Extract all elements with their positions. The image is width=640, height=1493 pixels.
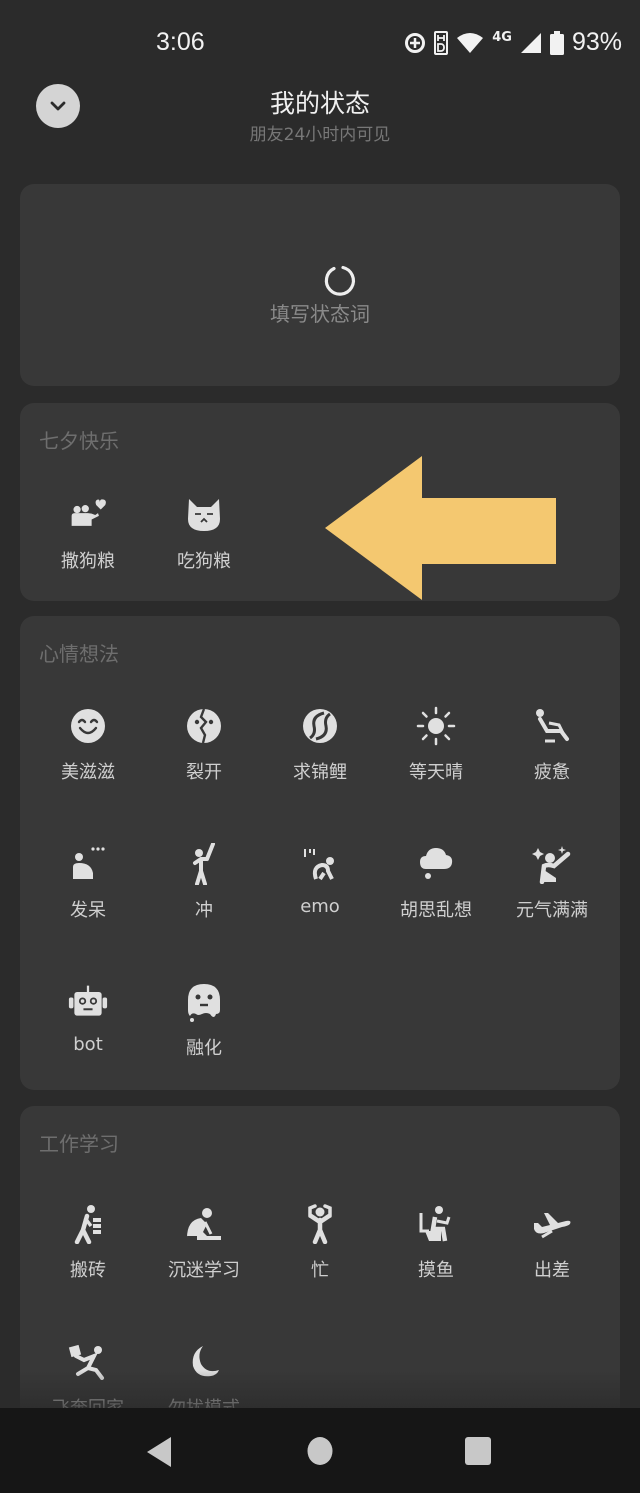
status-grid: 美滋滋 裂开 求锦鲤 等天晴 疲惫 发呆 冲 emo 胡思乱想 元气满满 bot… [30, 706, 610, 1120]
airplane-icon [532, 1204, 572, 1244]
koi-fish-icon [300, 706, 340, 746]
recents-square-icon[interactable] [464, 1436, 492, 1466]
status-item-bot[interactable]: bot [30, 982, 146, 1120]
robot-icon [68, 982, 108, 1022]
network-4g-icon: 4G [492, 30, 512, 45]
status-item-label: 发呆 [70, 900, 106, 921]
home-circle-icon[interactable] [307, 1436, 333, 1466]
status-item-pi-bei[interactable]: 疲惫 [494, 706, 610, 844]
annotation-arrow-left [325, 456, 556, 600]
status-item-label: emo [300, 896, 340, 917]
status-item-label: bot [73, 1034, 103, 1055]
status-item-chong[interactable]: 冲 [146, 843, 262, 982]
status-bar: 3:06 4G 93% [0, 0, 640, 88]
thought-bubble-icon [416, 844, 456, 884]
smile-face-icon [68, 706, 108, 746]
section-title: 心情想法 [39, 642, 119, 666]
charge-person-icon [184, 843, 224, 885]
status-item-chi-gou-liang[interactable]: 吃狗粮 [146, 495, 262, 633]
section-mood: 心情想法 美滋滋 裂开 求锦鲤 等天晴 疲惫 发呆 冲 emo 胡思乱想 元气满… [20, 616, 620, 1090]
status-item-fa-dai[interactable]: 发呆 [30, 844, 146, 982]
battery-percent: 93% [571, 28, 622, 56]
header: 我的状态 朋友24小时内可见 [0, 80, 640, 150]
status-item-label: 吃狗粮 [177, 551, 231, 572]
sparkle-person-icon [532, 844, 572, 884]
status-item-label: 忙 [311, 1260, 329, 1281]
status-item-label: 撒狗粮 [61, 551, 115, 572]
status-item-deng-tian-qing[interactable]: 等天晴 [378, 706, 494, 844]
slacking-toilet-icon [416, 1204, 456, 1244]
page-subtitle: 朋友24小时内可见 [249, 125, 391, 145]
data-saver-icon [405, 32, 426, 53]
status-item-mei-zi-zi[interactable]: 美滋滋 [30, 706, 146, 844]
status-item-label: 冲 [195, 900, 213, 921]
status-item-label: 沉迷学习 [168, 1260, 240, 1281]
cracked-face-icon [184, 706, 224, 746]
status-item-label: 融化 [186, 1038, 222, 1059]
section-title: 七夕快乐 [39, 429, 119, 453]
battery-icon [549, 30, 564, 55]
page-title: 我的状态 [269, 89, 370, 118]
status-time: 3:06 [156, 28, 205, 56]
status-item-chu-chai[interactable]: 出差 [494, 1204, 610, 1342]
status-item-label: 胡思乱想 [400, 900, 472, 921]
status-item-emo[interactable]: emo [262, 844, 378, 982]
moon-icon [184, 1342, 224, 1382]
studying-person-icon [184, 1204, 224, 1244]
status-item-rong-hua[interactable]: 融化 [146, 982, 262, 1120]
running-home-icon [68, 1342, 108, 1382]
signal-icon [520, 32, 541, 53]
couple-heart-icon [68, 495, 108, 535]
back-triangle-icon[interactable] [146, 1436, 172, 1468]
status-item-hu-si-luan-xiang[interactable]: 胡思乱想 [378, 844, 494, 982]
status-item-label: 等天晴 [409, 762, 463, 783]
status-item-label: 元气满满 [516, 900, 588, 921]
daydream-person-icon [68, 844, 108, 884]
status-item-label: 摸鱼 [418, 1260, 454, 1281]
status-item-qiu-jin-li[interactable]: 求锦鲤 [262, 706, 378, 844]
hd-icon [434, 30, 449, 55]
loading-ring-icon [324, 265, 355, 296]
status-input-card[interactable]: 填写状态词 [20, 184, 620, 386]
wifi-icon [457, 32, 484, 53]
sad-crouching-person-icon [300, 844, 340, 884]
status-item-mang[interactable]: 忙 [262, 1204, 378, 1342]
status-item-mo-yu[interactable]: 摸鱼 [378, 1204, 494, 1342]
status-item-label: 搬砖 [70, 1260, 106, 1281]
system-nav-bar [0, 1408, 640, 1493]
status-item-chen-mi-xue-xi[interactable]: 沉迷学习 [146, 1204, 262, 1342]
sun-icon [416, 706, 456, 746]
section-work: 工作学习 搬砖 沉迷学习 忙 摸鱼 出差 [20, 1106, 620, 1426]
reclining-person-icon [532, 706, 572, 746]
status-item-lie-kai[interactable]: 裂开 [146, 706, 262, 844]
status-item-label: 疲惫 [534, 762, 570, 783]
carry-bricks-icon [68, 1204, 108, 1244]
status-item-ban-zhuan[interactable]: 搬砖 [30, 1204, 146, 1342]
status-item-label: 求锦鲤 [293, 762, 347, 783]
section-title: 工作学习 [39, 1132, 119, 1156]
status-item-sa-gou-liang[interactable]: 撒狗粮 [30, 495, 146, 633]
status-icons: 4G 93% [404, 28, 622, 57]
grumpy-cat-icon [184, 495, 224, 535]
status-item-label: 裂开 [186, 762, 222, 783]
melting-face-icon [184, 982, 224, 1022]
status-item-label: 出差 [534, 1260, 570, 1281]
status-input-placeholder[interactable]: 填写状态词 [20, 298, 620, 327]
status-item-label: 美滋滋 [61, 762, 115, 783]
status-item-yuan-qi-man-man[interactable]: 元气满满 [494, 844, 610, 982]
screen: 3:06 4G 93% 我的状态 朋友24小时内可见 填写状态词 七夕快乐 撒狗… [0, 0, 640, 1493]
busy-person-icon [300, 1204, 340, 1244]
